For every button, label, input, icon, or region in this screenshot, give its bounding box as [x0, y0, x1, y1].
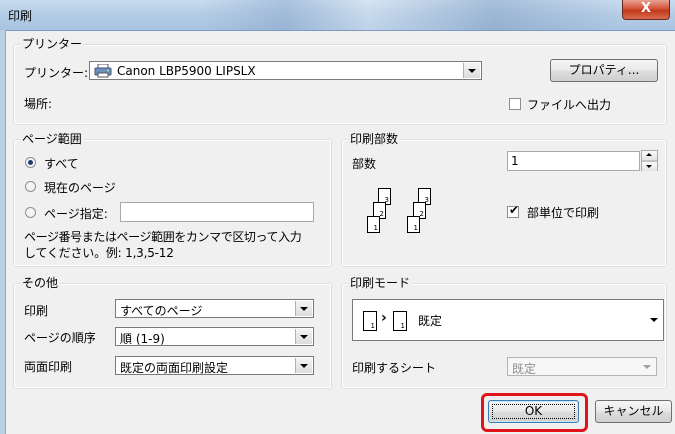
mode-arrow-icon: ›	[381, 310, 387, 326]
collate-page-icon: 1	[367, 216, 380, 233]
title-bar-background	[200, 0, 620, 30]
chevron-down-icon	[300, 335, 308, 339]
chevron-up-icon	[646, 153, 652, 156]
sheets-select[interactable]: 既定	[507, 357, 657, 376]
collate-checkbox[interactable]: ✔	[507, 203, 520, 218]
checkmark-icon: ✔	[509, 203, 520, 217]
page-range-group-title: ページ範囲	[20, 132, 84, 147]
chevron-down-icon	[650, 318, 658, 322]
duplex-label: 両面印刷	[24, 360, 73, 374]
print-mode-select-dropdown[interactable]	[646, 301, 662, 339]
properties-button[interactable]: プロパティ...	[550, 59, 658, 82]
location-label: 場所:	[24, 97, 53, 111]
page-range-input[interactable]	[120, 202, 314, 222]
printer-group-title: プリンター	[20, 37, 85, 52]
page-range-pages-label[interactable]: ページ指定:	[44, 205, 108, 222]
window-left-border	[0, 30, 6, 434]
print-label: 印刷	[24, 304, 49, 318]
page-range-current-radio[interactable]	[25, 181, 36, 192]
print-mode-select[interactable]: 1 › 1 既定	[352, 299, 664, 341]
printer-select-dropdown[interactable]	[463, 63, 480, 78]
page-order-label: ページの順序	[24, 331, 96, 345]
page-range-hint-line1: ページ番号またはページ範囲をカンマで区切って入力	[24, 230, 302, 244]
copies-spinner[interactable]	[641, 150, 658, 171]
other-group-title: その他	[20, 276, 61, 291]
duplex-select-dropdown[interactable]	[295, 358, 312, 373]
chevron-down-icon	[300, 364, 308, 368]
copies-count-input[interactable]: 1	[507, 151, 640, 171]
close-button[interactable]: X	[622, 0, 670, 20]
print-mode-select-value: 既定	[418, 314, 443, 328]
duplex-select[interactable]: 既定の両面印刷設定	[115, 356, 314, 375]
sheets-select-value: 既定	[512, 362, 537, 376]
close-icon: X	[640, 1, 652, 16]
copies-count-value: 1	[511, 154, 519, 168]
page-range-hint-line2: してください。例: 1,3,5-12	[24, 246, 174, 260]
printer-select[interactable]: Canon LBP5900 LIPSLX	[89, 61, 482, 80]
duplex-select-value: 既定の両面印刷設定	[120, 361, 229, 375]
copies-count-label: 部数	[352, 157, 377, 171]
print-select-value: すべてのページ	[120, 304, 203, 318]
collate-page-icon: 1	[407, 216, 420, 233]
mode-page-icon: 1	[393, 311, 407, 331]
copies-group-title: 印刷部数	[348, 132, 401, 147]
page-range-pages-radio[interactable]	[25, 207, 36, 218]
collate-label[interactable]: 部単位で印刷	[527, 204, 599, 221]
sheets-select-dropdown[interactable]	[639, 359, 655, 374]
spinner-down-button[interactable]	[642, 161, 657, 171]
print-mode-group-title: 印刷モード	[348, 276, 413, 291]
cancel-button[interactable]: キャンセル	[595, 400, 672, 423]
page-order-select[interactable]: 順 (1-9)	[115, 327, 314, 346]
page-order-select-value: 順 (1-9)	[120, 332, 165, 346]
title-bar: 印刷 X	[0, 0, 675, 31]
printer-icon	[94, 63, 112, 81]
printer-select-value: Canon LBP5900 LIPSLX	[117, 64, 256, 78]
page-range-all-radio[interactable]	[25, 157, 36, 168]
window-title: 印刷	[8, 9, 33, 23]
mode-page-icon: 1	[363, 311, 377, 331]
highlight-frame	[481, 393, 588, 432]
print-select-dropdown[interactable]	[295, 301, 312, 316]
chevron-down-icon	[643, 365, 651, 369]
chevron-down-icon	[468, 69, 476, 73]
printer-name-label: プリンター:	[24, 66, 89, 80]
spinner-up-button[interactable]	[642, 151, 657, 161]
print-to-file-checkbox[interactable]	[509, 98, 521, 110]
page-order-select-dropdown[interactable]	[295, 329, 312, 344]
print-select[interactable]: すべてのページ	[115, 299, 314, 318]
page-range-all-label[interactable]: すべて	[44, 155, 79, 172]
chevron-down-icon	[300, 307, 308, 311]
sheets-label: 印刷するシート	[352, 361, 437, 375]
chevron-down-icon	[646, 165, 652, 168]
page-range-current-label[interactable]: 現在のページ	[44, 179, 116, 196]
print-to-file-label[interactable]: ファイルへ出力	[527, 96, 611, 113]
